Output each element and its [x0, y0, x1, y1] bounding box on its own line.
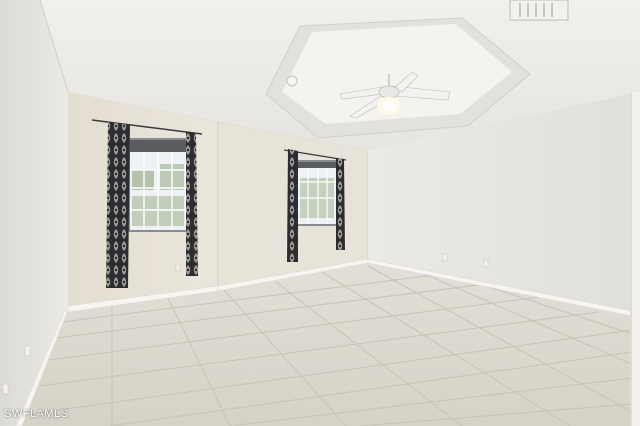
- curtain-center-right: [336, 158, 345, 250]
- window-left: [128, 138, 188, 232]
- curtain-left-inner: [186, 132, 198, 276]
- ac-vent: [509, 0, 569, 21]
- watermark-text: SWFLAMLS: [4, 408, 69, 420]
- smoke-detector: [286, 75, 298, 87]
- room-scene: [0, 0, 640, 426]
- window-center: [296, 160, 338, 226]
- curtain-left-outer: [106, 122, 130, 288]
- outlet-left-wall: [2, 383, 9, 395]
- outlet-back-left: [175, 263, 181, 272]
- curtain-center-left: [287, 149, 298, 262]
- outlet-right-1: [442, 253, 448, 262]
- outlet-right-2: [483, 259, 489, 268]
- switch-left-wall: [24, 345, 31, 357]
